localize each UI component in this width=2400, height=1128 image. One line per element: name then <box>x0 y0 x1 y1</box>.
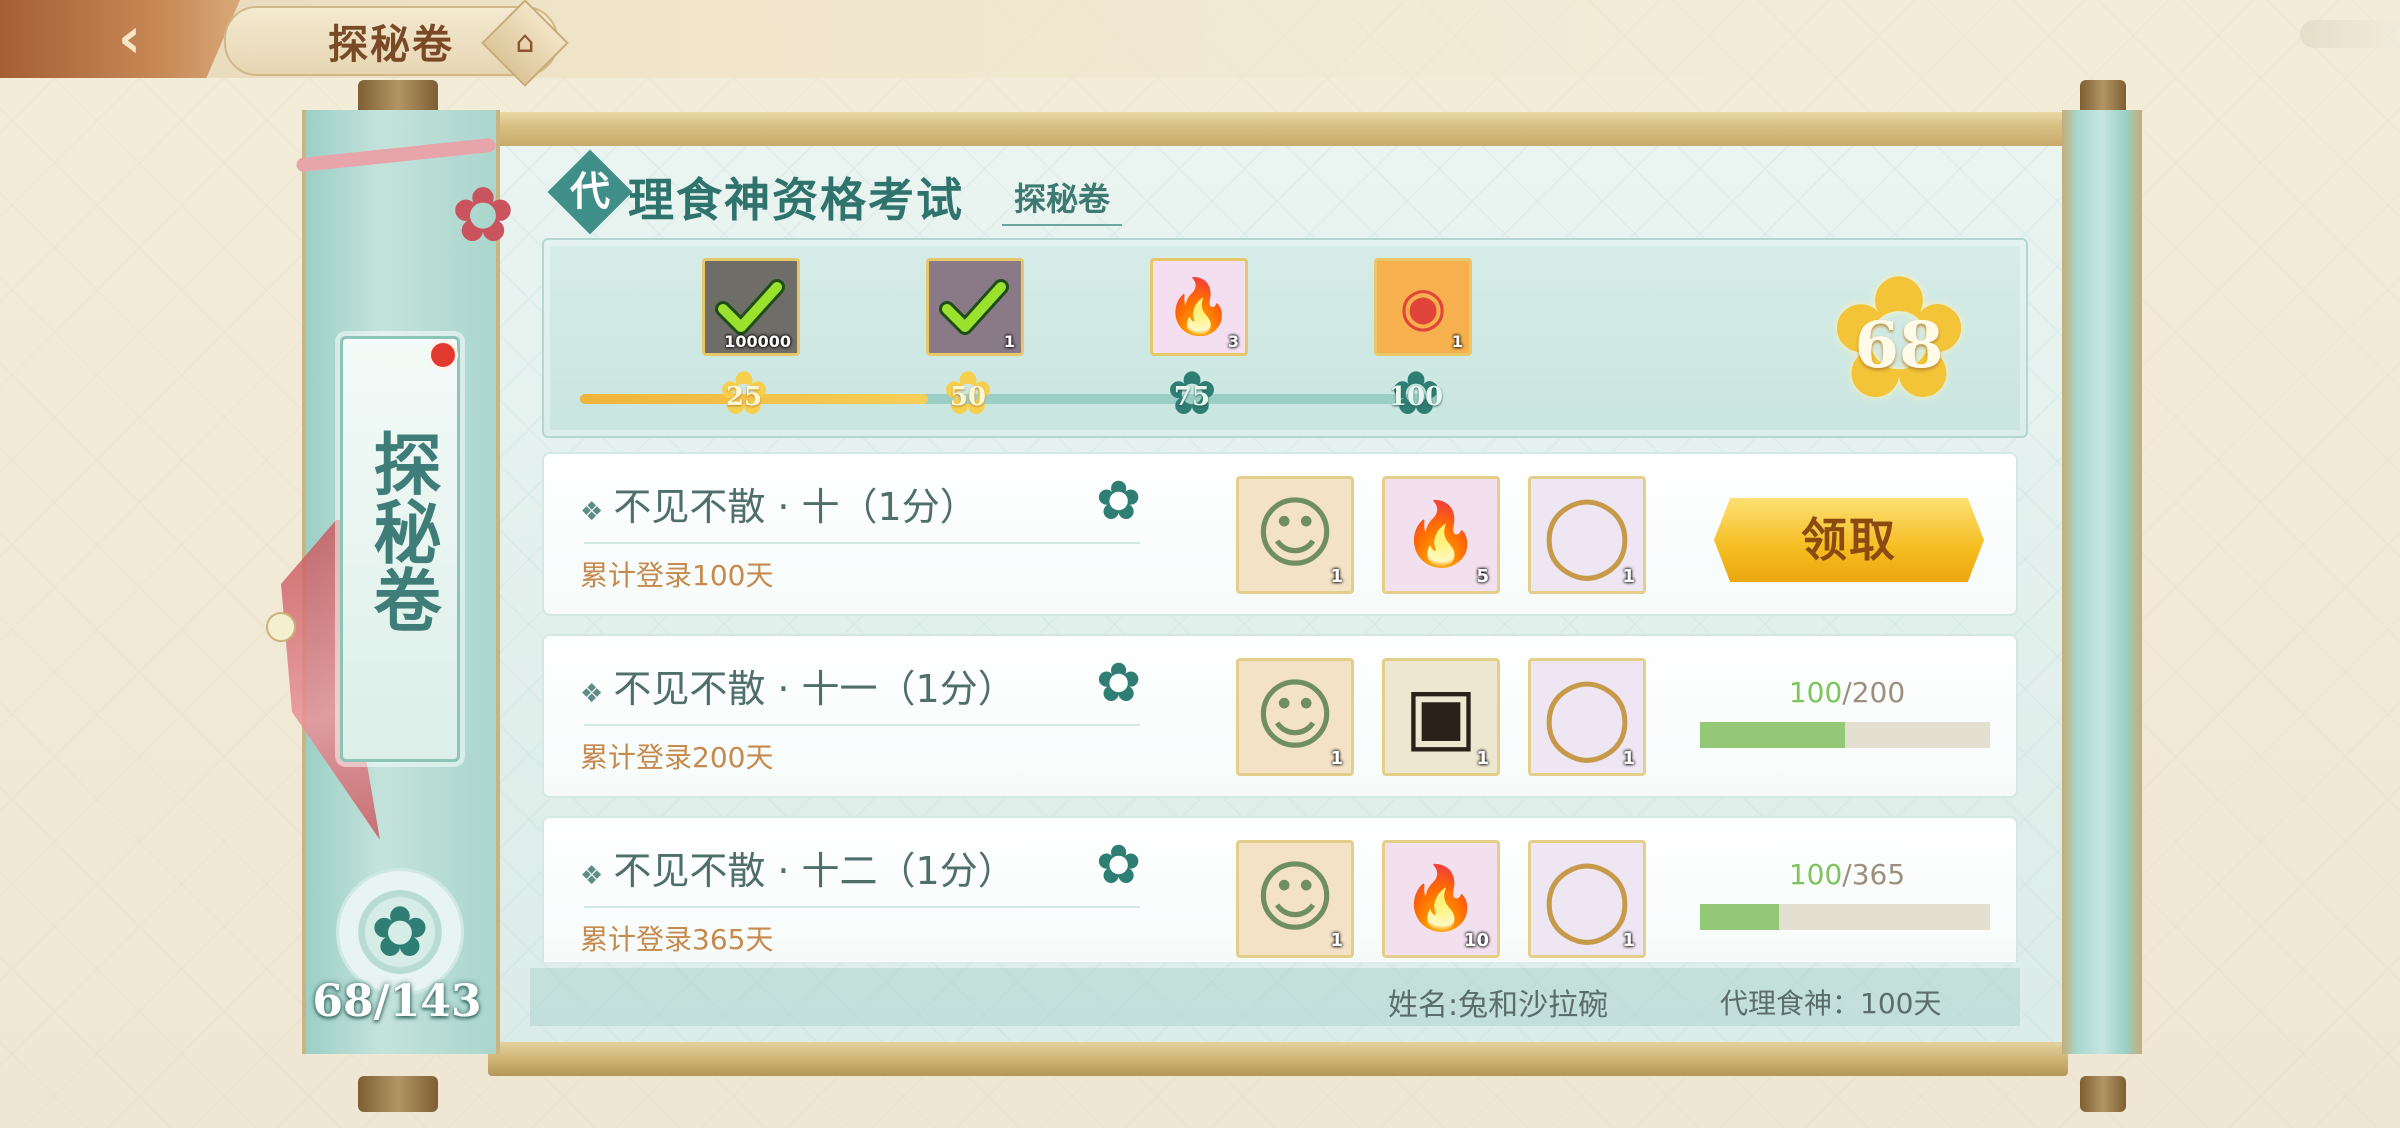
milestone-points: 50 <box>949 382 987 412</box>
task-row: ❖ 不见不散 · 十一（1分） ✿ 累计登录200天 ☺ 1 ▣ 1 ◯ 1 100/200 <box>542 634 2018 798</box>
chef-days: 代理食神：100天 <box>1720 987 1942 1020</box>
fire-spirit-icon[interactable]: 🔥 3 <box>1150 258 1248 356</box>
points-badge: ✿ 68 <box>1824 254 1974 424</box>
task-name: ❖ 不见不散 · 十（1分） <box>580 476 978 531</box>
divider <box>584 542 1140 544</box>
notification-dot <box>428 340 458 370</box>
red-seal-medal-icon-glyph: ◉ <box>1399 275 1447 338</box>
decor-ribbon <box>2300 20 2400 48</box>
task-requirement: 累计登录100天 <box>580 559 774 592</box>
heading-first-char: 代 <box>570 169 610 215</box>
progress-current: 100 <box>1788 676 1843 709</box>
pagoda-home-icon: ⌂ <box>515 25 535 60</box>
milestone-points: 75 <box>1173 382 1211 412</box>
diamond-bullet-icon: ❖ <box>580 497 604 527</box>
reward-count: 5 <box>1476 566 1489 587</box>
task-name-text: 不见不散 · 十二（1分） <box>613 849 1016 893</box>
milestone-points: 25 <box>725 382 763 412</box>
scroll-rod-cap <box>358 1076 438 1112</box>
chef-portrait-icon[interactable]: ☺ 1 <box>1236 476 1354 594</box>
reward-count: 1 <box>1330 930 1343 951</box>
item-count: 3 <box>1227 332 1239 351</box>
left-title-text: 探秘卷 <box>361 429 440 633</box>
task-name-text: 不见不散 · 十（1分） <box>613 485 978 529</box>
bell-icon <box>266 612 296 642</box>
points-value: 68 <box>1854 308 1944 383</box>
task-progress-fill <box>1700 722 1845 748</box>
diamond-bullet-icon: ❖ <box>580 679 604 709</box>
reward-count: 1 <box>1330 748 1343 769</box>
reward-count: 1 <box>1476 748 1489 769</box>
floral-wreath-icon[interactable]: ◯ 1 <box>1528 658 1646 776</box>
task-requirement: 累计登录200天 <box>580 741 774 774</box>
task-progress-fill <box>1700 904 1780 930</box>
back-arrow-icon: ‹ <box>118 6 142 71</box>
fire-spirit-icon[interactable]: 🔥 5 <box>1382 476 1500 594</box>
claimed-check-icon <box>939 275 1009 341</box>
task-name-text: 不见不散 · 十一（1分） <box>613 667 1016 711</box>
progress-current: 100 <box>1788 858 1843 891</box>
item-count: 100000 <box>724 332 791 351</box>
reward-count: 1 <box>1622 566 1635 587</box>
task-progress-bar <box>1700 904 1990 930</box>
milestone-marker: ✿ 100 <box>1386 364 1446 428</box>
task-requirement: 累计登录365天 <box>580 923 774 956</box>
scroll-right-rod <box>2062 110 2142 1054</box>
milestone-marker: ✿ 75 <box>1162 364 1222 428</box>
red-seal-medal-icon[interactable]: ◉ 1 <box>1374 258 1472 356</box>
heading-title: 理食神资格考试 <box>628 173 964 227</box>
left-title-plaque[interactable]: 探秘卷 <box>340 336 460 762</box>
player-name: 姓名:兔和沙拉碗 <box>1388 988 1609 1023</box>
wreath-frame-icon[interactable]: ◯ 1 <box>1528 476 1646 594</box>
scroll-bottom-edge <box>488 1042 2068 1076</box>
ribbon-wreath-icon[interactable]: ◯ 1 <box>1528 840 1646 958</box>
diamond-bullet-icon: ❖ <box>580 861 604 891</box>
chef-portrait-icon[interactable]: ☺ 1 <box>1236 840 1354 958</box>
task-name: ❖ 不见不散 · 十二（1分） <box>580 840 1016 895</box>
task-row: ❖ 不见不散 · 十二（1分） ✿ 累计登录365天 ☺ 1 🔥 10 ◯ 1 100/365 <box>542 816 2018 962</box>
jade-item-icon[interactable]: 1 <box>926 258 1024 356</box>
sakura-points-icon: ✿ <box>1096 833 1142 896</box>
coin-pouch-icon[interactable]: 100000 <box>702 258 800 356</box>
sakura-points-icon: ✿ <box>1096 651 1142 714</box>
milestone-marker: ✿ 25 <box>714 364 774 428</box>
task-row: ❖ 不见不散 · 十（1分） ✿ 累计登录100天 ☺ 1 🔥 5 ◯ 1 领取 <box>542 452 2018 616</box>
progress-total: /365 <box>1842 858 1906 891</box>
back-button[interactable]: ‹ <box>0 0 240 78</box>
heading-subtitle: 探秘卷 <box>1002 174 1122 226</box>
plum-flower-icon: ✿ <box>451 170 515 259</box>
reward-count: 1 <box>1330 566 1343 587</box>
task-name: ❖ 不见不散 · 十一（1分） <box>580 658 1016 713</box>
reward-count: 10 <box>1463 930 1489 951</box>
claim-button[interactable]: 领取 <box>1714 498 1984 582</box>
item-count: 1 <box>1451 332 1463 351</box>
lacquer-chest-icon[interactable]: ▣ 1 <box>1382 658 1500 776</box>
divider <box>584 906 1140 908</box>
total-progress: 68/143 <box>312 976 482 1027</box>
sakura-points-icon: ✿ <box>1096 469 1142 532</box>
milestone-points: 100 <box>1388 382 1444 412</box>
task-progress-bar <box>1700 722 1990 748</box>
milestone-marker: ✿ 50 <box>938 364 998 428</box>
task-progress-text: 100/200 <box>1702 676 1992 709</box>
reward-count: 1 <box>1622 748 1635 769</box>
scroll-top-edge <box>488 112 2068 146</box>
progress-total: /200 <box>1842 676 1906 709</box>
reward-count: 1 <box>1622 930 1635 951</box>
divider <box>584 724 1140 726</box>
task-progress-text: 100/365 <box>1702 858 1992 891</box>
item-count: 1 <box>1003 332 1015 351</box>
fire-spirit-icon[interactable]: 🔥 10 <box>1382 840 1500 958</box>
fire-spirit-icon-glyph: 🔥 <box>1165 275 1233 338</box>
chef-portrait-icon[interactable]: ☺ 1 <box>1236 658 1354 776</box>
scroll-rod-cap <box>2080 1076 2126 1112</box>
